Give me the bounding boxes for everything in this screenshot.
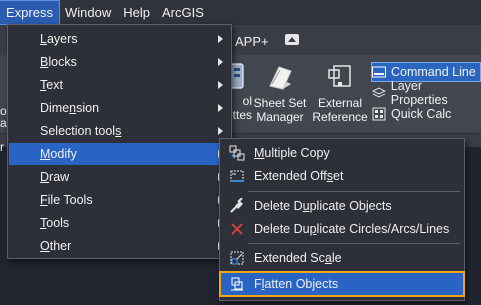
tab-app-plus[interactable]: APP+	[235, 34, 269, 49]
express-menu: Layers Blocks Text Dimension Selection t…	[7, 24, 232, 259]
layer-properties-icon	[372, 87, 386, 98]
ribbon-left-fragment: a	[0, 116, 7, 130]
menu-item-label: Delete Duplicate Objects	[254, 199, 392, 213]
express-menu-item-draw[interactable]: Draw	[9, 166, 230, 188]
submenu-item-multiple-copy[interactable]: Multiple Copy	[221, 142, 463, 164]
extended-offset-icon	[230, 170, 244, 182]
quick-calc-icon	[372, 107, 386, 121]
menu-item-label: Delete Duplicate Circles/Arcs/Lines	[254, 222, 450, 236]
flatten-objects-icon	[231, 277, 243, 291]
sheet-set-manager-button[interactable]: Sheet Set Manager	[250, 62, 310, 124]
menu-window[interactable]: Window	[59, 1, 117, 24]
command-line-icon	[372, 66, 386, 78]
express-menu-item-other[interactable]: Other	[9, 235, 230, 257]
quick-calc-label: Quick Calc	[391, 107, 452, 121]
ribbon-left-fragment: r	[0, 140, 4, 154]
delete-duplicate-objects-icon	[230, 198, 243, 213]
tool-label: Reference	[312, 110, 368, 124]
menu-bar: Express Window Help ArcGIS	[0, 0, 481, 25]
menu-item-label: Layers	[40, 32, 78, 46]
menu-item-label: Blocks	[40, 55, 77, 69]
multiple-copy-icon	[229, 145, 245, 161]
tool-label: Sheet Set	[253, 96, 307, 110]
menu-separator	[248, 191, 460, 192]
express-menu-item-dimension[interactable]: Dimension	[9, 97, 230, 119]
menu-arcgis[interactable]: ArcGIS	[156, 1, 210, 24]
menu-item-label: Selection tools	[40, 124, 122, 138]
submenu-arrow-icon	[218, 35, 223, 43]
layer-properties-button[interactable]: Layer Properties	[372, 79, 481, 107]
command-line-label: Command Line	[391, 65, 476, 79]
express-menu-item-modify[interactable]: Modify	[9, 143, 230, 165]
tool-label: External	[317, 96, 363, 110]
submenu-arrow-icon	[218, 127, 223, 135]
delete-duplicate-circles-icon	[231, 223, 243, 235]
layer-properties-label: Layer Properties	[390, 79, 448, 107]
express-menu-item-file-tools[interactable]: File Tools	[9, 189, 230, 211]
external-reference-button[interactable]: External Reference	[312, 62, 368, 124]
menu-item-label: Multiple Copy	[254, 146, 330, 160]
submenu-arrow-icon	[218, 104, 223, 112]
extended-scale-icon	[230, 251, 244, 265]
submenu-arrow-icon	[218, 81, 223, 89]
menu-item-label: Other	[40, 239, 72, 253]
express-menu-item-layers[interactable]: Layers	[9, 28, 230, 50]
sheet-set-manager-icon	[265, 62, 295, 92]
submenu-item-delete-duplicate-circles[interactable]: Delete Duplicate Circles/Arcs/Lines	[221, 218, 463, 240]
menu-item-label: Extended Offset	[254, 169, 344, 183]
modify-submenu: Multiple Copy Extended Offset Delete Dup…	[219, 138, 465, 301]
express-menu-item-blocks[interactable]: Blocks	[9, 51, 230, 73]
minimize-ribbon-icon[interactable]	[285, 34, 299, 45]
express-menu-item-text[interactable]: Text	[9, 74, 230, 96]
express-menu-item-selection-tools[interactable]: Selection tools	[9, 120, 230, 142]
submenu-item-delete-duplicate-objects[interactable]: Delete Duplicate Objects	[221, 195, 463, 217]
express-menu-item-tools[interactable]: Tools	[9, 212, 230, 234]
external-reference-icon	[325, 62, 355, 92]
menu-item-label: Modify	[40, 147, 77, 161]
submenu-item-flatten-objects[interactable]: Flatten Objects	[219, 271, 465, 297]
submenu-arrow-icon	[218, 58, 223, 66]
quick-calc-button[interactable]: Quick Calc	[372, 105, 451, 123]
menu-help[interactable]: Help	[117, 1, 156, 24]
tool-label: Manager	[256, 110, 304, 124]
menu-item-label: Text	[40, 78, 63, 92]
menu-item-label: Flatten Objects	[254, 277, 339, 291]
menu-express[interactable]: Express	[0, 0, 60, 25]
menu-separator	[248, 243, 460, 244]
menu-item-label: Dimension	[40, 101, 100, 115]
submenu-item-extended-scale[interactable]: Extended Scale	[221, 247, 463, 269]
submenu-item-extended-offset[interactable]: Extended Offset	[221, 165, 463, 187]
menu-item-label: Extended Scale	[254, 251, 342, 265]
menu-item-label: Tools	[40, 216, 70, 230]
menu-item-label: Draw	[40, 170, 70, 184]
menu-item-label: File Tools	[40, 193, 93, 207]
